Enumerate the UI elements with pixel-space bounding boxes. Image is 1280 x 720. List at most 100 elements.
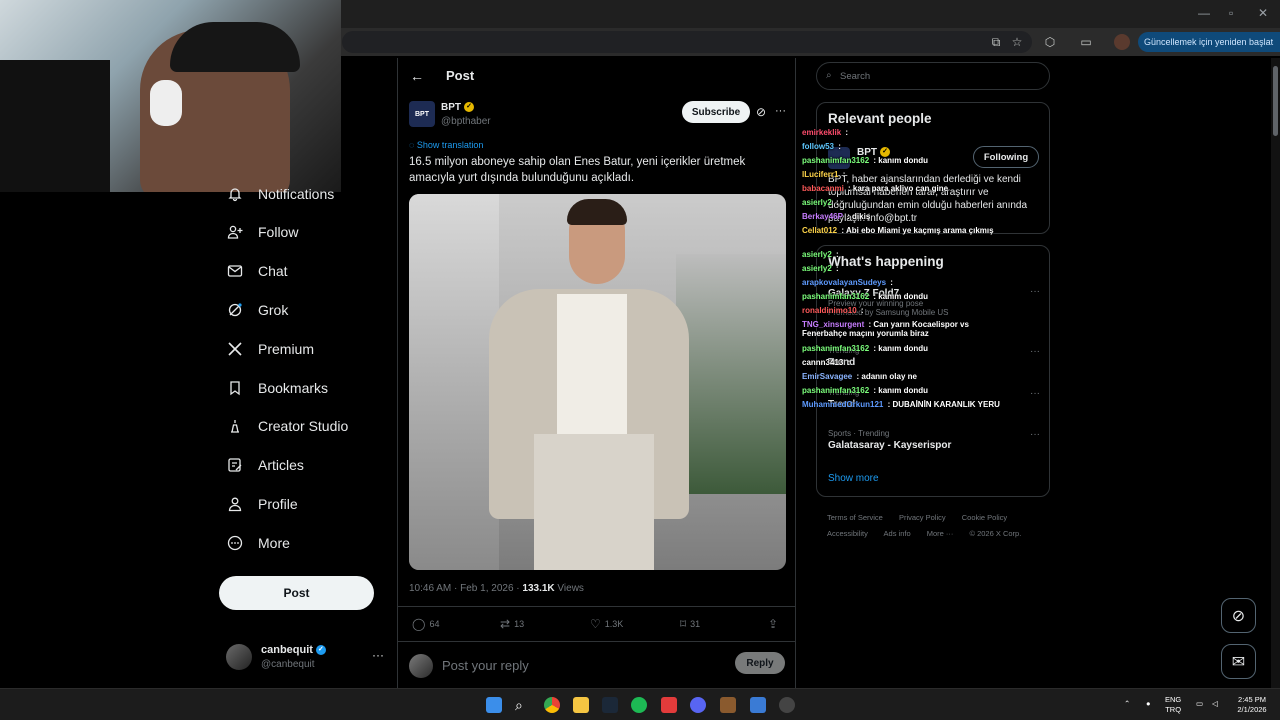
chat-message: EmirSavagee : adanın olay ne [802, 372, 917, 381]
start-icon[interactable] [486, 697, 502, 713]
nav-item-chat[interactable]: Chat [226, 257, 288, 285]
chat-separator: : [840, 170, 846, 179]
bookmark-icon [226, 379, 244, 397]
chat-message: pashanimfan3162 : kanım dondu [802, 386, 928, 395]
gaming-chair [0, 60, 110, 192]
close-icon[interactable]: ✕ [1258, 6, 1268, 20]
nav-label: Articles [258, 457, 304, 473]
chat-username: Berkay46P [802, 212, 843, 221]
app-icon[interactable] [720, 697, 736, 713]
chrome-icon[interactable] [544, 697, 560, 713]
nav-label: Creator Studio [258, 418, 349, 434]
install-app-icon[interactable]: ⧉ [988, 34, 1004, 50]
author-avatar[interactable]: BPT [409, 101, 435, 127]
more-options-icon[interactable]: ··· [1030, 429, 1040, 440]
microphone-icon[interactable]: ● [1146, 699, 1151, 709]
chat-message: Berkay46P : dikiş [802, 212, 870, 221]
network-icon[interactable]: ▭ [1196, 699, 1203, 709]
scrollbar-thumb[interactable] [1273, 66, 1278, 136]
chat-username: cannn3413 [802, 358, 844, 367]
like-action[interactable]: ♡ 1.3K [590, 617, 623, 631]
nav-item-grok[interactable]: Grok [226, 296, 288, 324]
card-title: What's happening [828, 254, 944, 269]
footer-link[interactable]: Terms of Service [827, 513, 883, 522]
footer-link[interactable]: Ads info [884, 529, 911, 538]
volume-icon[interactable]: ◁ [1212, 699, 1218, 709]
bookmark-action[interactable]: ⌑ 31 [680, 617, 700, 631]
photos-icon[interactable] [750, 697, 766, 713]
nav-item-articles[interactable]: Articles [226, 451, 304, 479]
nav-item-more[interactable]: More [226, 529, 290, 557]
grok-fab-icon[interactable]: ⊘ [1221, 598, 1256, 633]
account-switcher[interactable]: canbequit ✓ @canbequit ··· [226, 642, 386, 676]
nav-item-profile[interactable]: Profile [226, 490, 298, 518]
following-button[interactable]: Following [973, 146, 1039, 168]
more-options-icon[interactable]: ··· [775, 105, 786, 117]
footer-link[interactable]: More ··· [927, 529, 954, 538]
nav-item-bookmarks[interactable]: Bookmarks [226, 374, 328, 402]
post-text: 16.5 milyon aboneye sahip olan Enes Batu… [409, 156, 746, 184]
browser-update-button[interactable]: Güncellemek için yeniden başlat ⋮ [1138, 32, 1280, 52]
search-icon: ⌕ [826, 70, 832, 81]
footer-link[interactable]: Cookie Policy [962, 513, 1007, 522]
settings-icon[interactable] [779, 697, 795, 713]
profile-avatar-icon[interactable] [1114, 34, 1130, 50]
nav-item-follow[interactable]: Follow [226, 218, 298, 246]
discord-icon[interactable] [690, 697, 706, 713]
author-name[interactable]: BPT ✓ [441, 102, 474, 113]
nav-item-notifications[interactable]: Notifications [226, 180, 334, 208]
chat-message: Cellat012 : Abi ebo Miami ye kaçmış aram… [802, 226, 994, 235]
webcam-overlay [0, 0, 341, 192]
grok-icon [226, 301, 244, 319]
cast-icon[interactable]: ▭ [1078, 34, 1094, 50]
author-handle[interactable]: @bpthaber [441, 116, 491, 127]
reply-icon: ◯ [412, 617, 426, 631]
reply-button[interactable]: Reply [735, 652, 785, 674]
spotify-icon[interactable] [631, 697, 647, 713]
chat-separator: : [858, 306, 864, 315]
tray-chevron-icon[interactable]: ⌃ [1124, 699, 1130, 709]
steam-icon[interactable] [602, 697, 618, 713]
maximize-icon[interactable]: ▫ [1229, 6, 1233, 20]
copyright: © 2026 X Corp. [969, 529, 1022, 538]
footer-link[interactable]: Privacy Policy [899, 513, 946, 522]
footer-link[interactable]: Accessibility [827, 529, 868, 538]
file-explorer-icon[interactable] [573, 697, 589, 713]
show-more-link[interactable]: Show more [828, 473, 879, 484]
subscribe-button[interactable]: Subscribe [682, 101, 750, 123]
repost-action[interactable]: ⇄ 13 [500, 617, 524, 631]
language-indicator[interactable]: ENG TRQ [1165, 695, 1181, 715]
more-options-icon[interactable]: ··· [372, 648, 384, 662]
page-scrollbar[interactable] [1271, 58, 1280, 688]
app-icon[interactable] [661, 697, 677, 713]
clock[interactable]: 2:45 PM 2/1/2026 [1232, 695, 1272, 715]
trend-item[interactable]: Sports · Trending Galatasaray - Kayseris… [828, 429, 1040, 451]
chat-username: TNG_xinsurgent [802, 320, 865, 329]
reply-input[interactable]: Post your reply [442, 658, 529, 673]
search-input[interactable]: ⌕ Search [816, 62, 1050, 90]
share-action[interactable]: ⇪ [768, 617, 778, 631]
nav-item-premium[interactable]: Premium [226, 335, 314, 363]
chat-separator: : [845, 184, 853, 193]
more-options-icon[interactable]: ··· [1030, 286, 1040, 297]
back-arrow-icon[interactable]: ← [410, 68, 424, 84]
extensions-icon[interactable]: ⬡ [1042, 34, 1058, 50]
address-bar[interactable] [342, 31, 1032, 53]
bookmark-star-icon[interactable]: ☆ [1009, 34, 1025, 50]
show-translation-link[interactable]: ◌ Show translation [409, 140, 483, 150]
more-options-icon[interactable]: ··· [1030, 346, 1040, 357]
chat-username: ronaldinimo10 [802, 306, 857, 315]
nav-item-creator-studio[interactable]: Creator Studio [226, 412, 348, 440]
chat-message: TNG_xinsurgent : Can yarın Kocaelispor v… [802, 320, 992, 338]
grok-icon[interactable]: ⊘ [756, 105, 766, 119]
minimize-icon[interactable]: — [1198, 6, 1210, 20]
photo-pants [534, 434, 654, 570]
messages-fab-icon[interactable]: ✉ [1221, 644, 1256, 679]
post-compose-button[interactable]: Post [219, 576, 374, 610]
more-options-icon[interactable]: ··· [1030, 388, 1040, 399]
avatar [226, 644, 252, 670]
search-icon[interactable]: ⌕ [515, 697, 531, 713]
post-image[interactable] [409, 194, 786, 570]
chat-username: lLuciferr1 [802, 170, 839, 179]
reply-action[interactable]: ◯ 64 [412, 617, 439, 631]
